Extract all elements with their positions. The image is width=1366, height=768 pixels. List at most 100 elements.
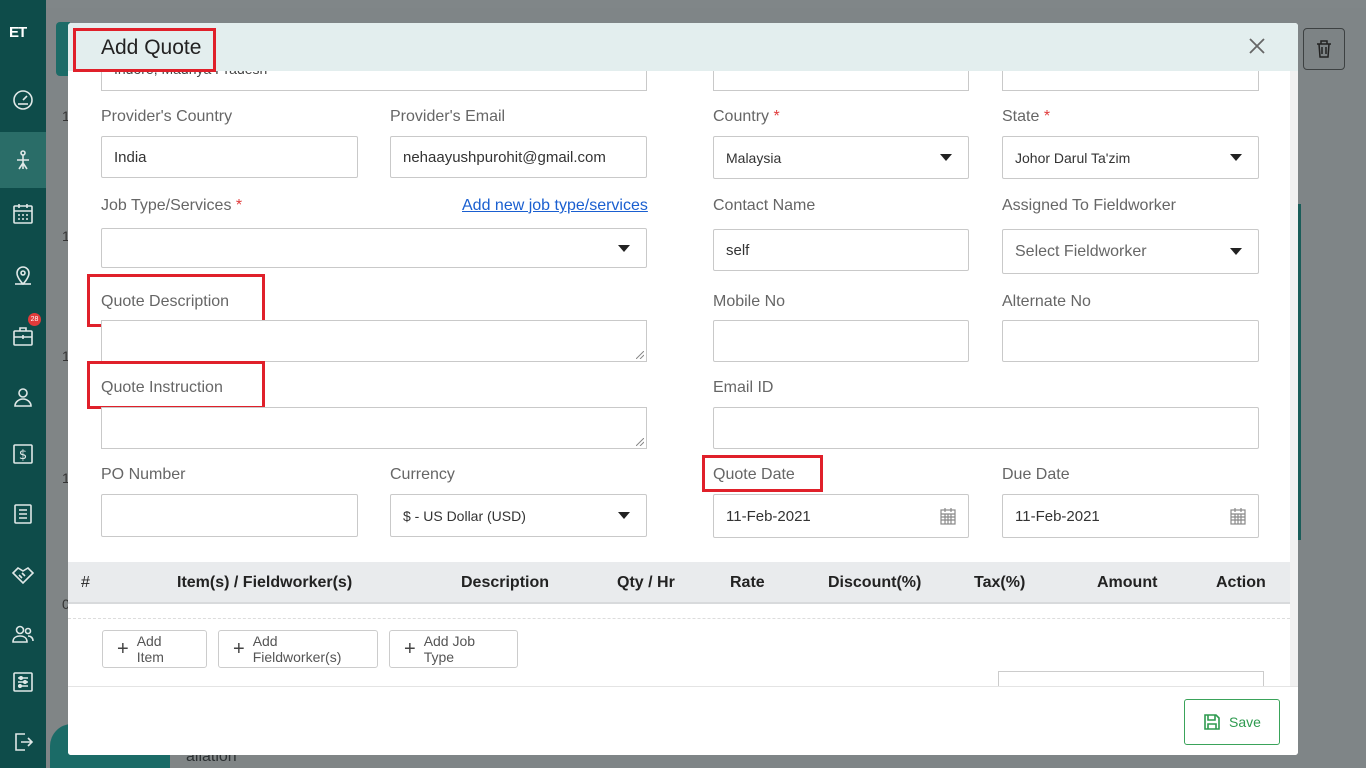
providers-email-label: Provider's Email	[390, 108, 506, 125]
chevron-down-icon	[940, 154, 952, 161]
quote-instruction-textarea[interactable]	[101, 407, 647, 449]
user-icon[interactable]	[11, 385, 35, 409]
background-delete-button	[1303, 28, 1345, 70]
column-header-amount: Amount	[1097, 574, 1158, 591]
country-value: Malaysia	[726, 149, 782, 166]
mobile-field[interactable]	[713, 320, 969, 362]
modal-title: Add Quote	[101, 36, 202, 59]
po-number-field[interactable]	[101, 494, 358, 537]
provider-address-field[interactable]: Indore, Madhya Pradesh	[101, 61, 647, 91]
quote-description-textarea[interactable]	[101, 320, 647, 362]
modal-footer: Save	[68, 686, 1298, 755]
background-top-bar	[46, 0, 1366, 8]
quote-date-field[interactable]: 11-Feb-2021	[713, 494, 969, 538]
add-item-button[interactable]: + Add Item	[102, 630, 207, 668]
country-label-text: Country	[713, 108, 770, 125]
due-date-field[interactable]: 11-Feb-2021	[1002, 494, 1259, 538]
mobile-label: Mobile No	[713, 293, 786, 310]
quote-date-label: Quote Date	[713, 466, 795, 483]
state-value: Johor Darul Ta'zim	[1015, 149, 1131, 166]
due-date-value: 11-Feb-2021	[1015, 507, 1100, 525]
state-label: State *	[1002, 108, 1050, 126]
briefcase-icon[interactable]	[11, 324, 35, 348]
assigned-fieldworker-select[interactable]: Select Fieldworker	[1002, 229, 1259, 274]
contact-name-value: self	[726, 241, 750, 259]
providers-country-field[interactable]: India	[101, 136, 358, 178]
close-icon[interactable]	[1246, 35, 1268, 57]
plus-icon: +	[404, 638, 416, 660]
save-button[interactable]: Save	[1184, 699, 1280, 745]
users-icon[interactable]	[11, 622, 35, 646]
quote-instruction-label: Quote Instruction	[101, 379, 223, 396]
column-header-description: Description	[461, 574, 550, 591]
app-logo: ET	[9, 24, 27, 41]
zip-field[interactable]	[713, 69, 969, 91]
add-fieldworker-button[interactable]: + Add Fieldworker(s)	[218, 630, 378, 668]
plus-icon: +	[233, 638, 245, 660]
column-header-items: Item(s) / Fieldworker(s)	[177, 574, 353, 591]
plus-icon: +	[117, 638, 129, 660]
column-header-action: Action	[1216, 574, 1266, 591]
dashboard-icon[interactable]	[11, 88, 35, 112]
contact-name-field[interactable]: self	[713, 229, 969, 271]
invoice-icon[interactable]: $	[11, 442, 35, 466]
handshake-icon[interactable]	[11, 563, 35, 587]
add-job-type-button[interactable]: + Add Job Type	[389, 630, 518, 668]
add-quote-modal: Add Quote Indore, Madhya Pradesh Provide…	[68, 23, 1298, 755]
assigned-fieldworker-placeholder: Select Fieldworker	[1015, 242, 1147, 260]
currency-value: $ - US Dollar (USD)	[403, 507, 526, 524]
quote-description-label: Quote Description	[101, 293, 230, 310]
calendar-icon[interactable]	[940, 507, 956, 525]
column-header-discount: Discount(%)	[828, 574, 922, 591]
trash-icon	[1317, 40, 1331, 58]
country-label: Country *	[713, 108, 780, 126]
state-label-text: State	[1002, 108, 1040, 125]
required-mark: *	[773, 108, 780, 125]
state-select[interactable]: Johor Darul Ta'zim	[1002, 136, 1259, 179]
fieldwork-icon[interactable]	[11, 148, 35, 172]
chevron-down-icon	[618, 244, 630, 252]
add-job-type-label: Add Job Type	[423, 633, 476, 665]
modal-scrollbar[interactable]	[1290, 71, 1298, 687]
column-header-rate: Rate	[730, 574, 765, 591]
providers-country-label: Provider's Country	[101, 108, 233, 125]
alternate-label: Alternate No	[1002, 293, 1091, 310]
app-sidebar: ET 28 $	[0, 0, 46, 768]
svg-text:$: $	[19, 448, 27, 463]
job-type-select[interactable]	[101, 228, 647, 268]
email-id-label: Email ID	[713, 379, 774, 396]
assigned-fieldworker-label: Assigned To Fieldworker	[1002, 197, 1177, 214]
providers-email-field[interactable]: nehaayushpurohit@gmail.com	[390, 136, 647, 178]
currency-select[interactable]: $ - US Dollar (USD)	[390, 494, 647, 537]
save-icon	[1204, 714, 1220, 730]
country-select[interactable]: Malaysia	[713, 136, 969, 179]
resize-handle-icon[interactable]	[636, 438, 644, 446]
currency-label: Currency	[390, 466, 455, 483]
chevron-down-icon	[1230, 248, 1242, 255]
providers-country-value: India	[114, 148, 147, 166]
resize-handle-icon[interactable]	[636, 351, 644, 359]
required-mark: *	[235, 197, 243, 214]
chevron-down-icon	[1230, 154, 1242, 161]
city-field[interactable]	[1002, 69, 1259, 91]
due-date-label: Due Date	[1002, 466, 1070, 483]
calendar-icon[interactable]	[11, 202, 35, 226]
email-id-field[interactable]	[713, 407, 1259, 449]
logout-icon[interactable]	[11, 730, 35, 754]
chevron-down-icon	[618, 512, 630, 519]
job-type-label-text: Job Type/Services	[101, 197, 232, 214]
add-fieldworker-label: Add Fieldworker(s)	[252, 633, 342, 665]
column-header-qty: Qty / Hr	[617, 574, 675, 591]
add-job-type-link[interactable]: Add new job type/services	[462, 197, 648, 215]
quote-date-value: 11-Feb-2021	[726, 507, 811, 525]
list-icon[interactable]	[11, 502, 35, 526]
job-type-label: Job Type/Services *	[101, 197, 242, 215]
map-pin-icon[interactable]	[11, 263, 35, 287]
required-mark: *	[1043, 108, 1051, 125]
column-header-number: #	[81, 574, 90, 591]
column-header-tax: Tax(%)	[974, 574, 1026, 591]
alternate-field[interactable]	[1002, 320, 1259, 362]
save-label: Save	[1229, 714, 1261, 730]
calendar-icon[interactable]	[1230, 507, 1246, 525]
settings-sliders-icon[interactable]	[11, 670, 35, 694]
